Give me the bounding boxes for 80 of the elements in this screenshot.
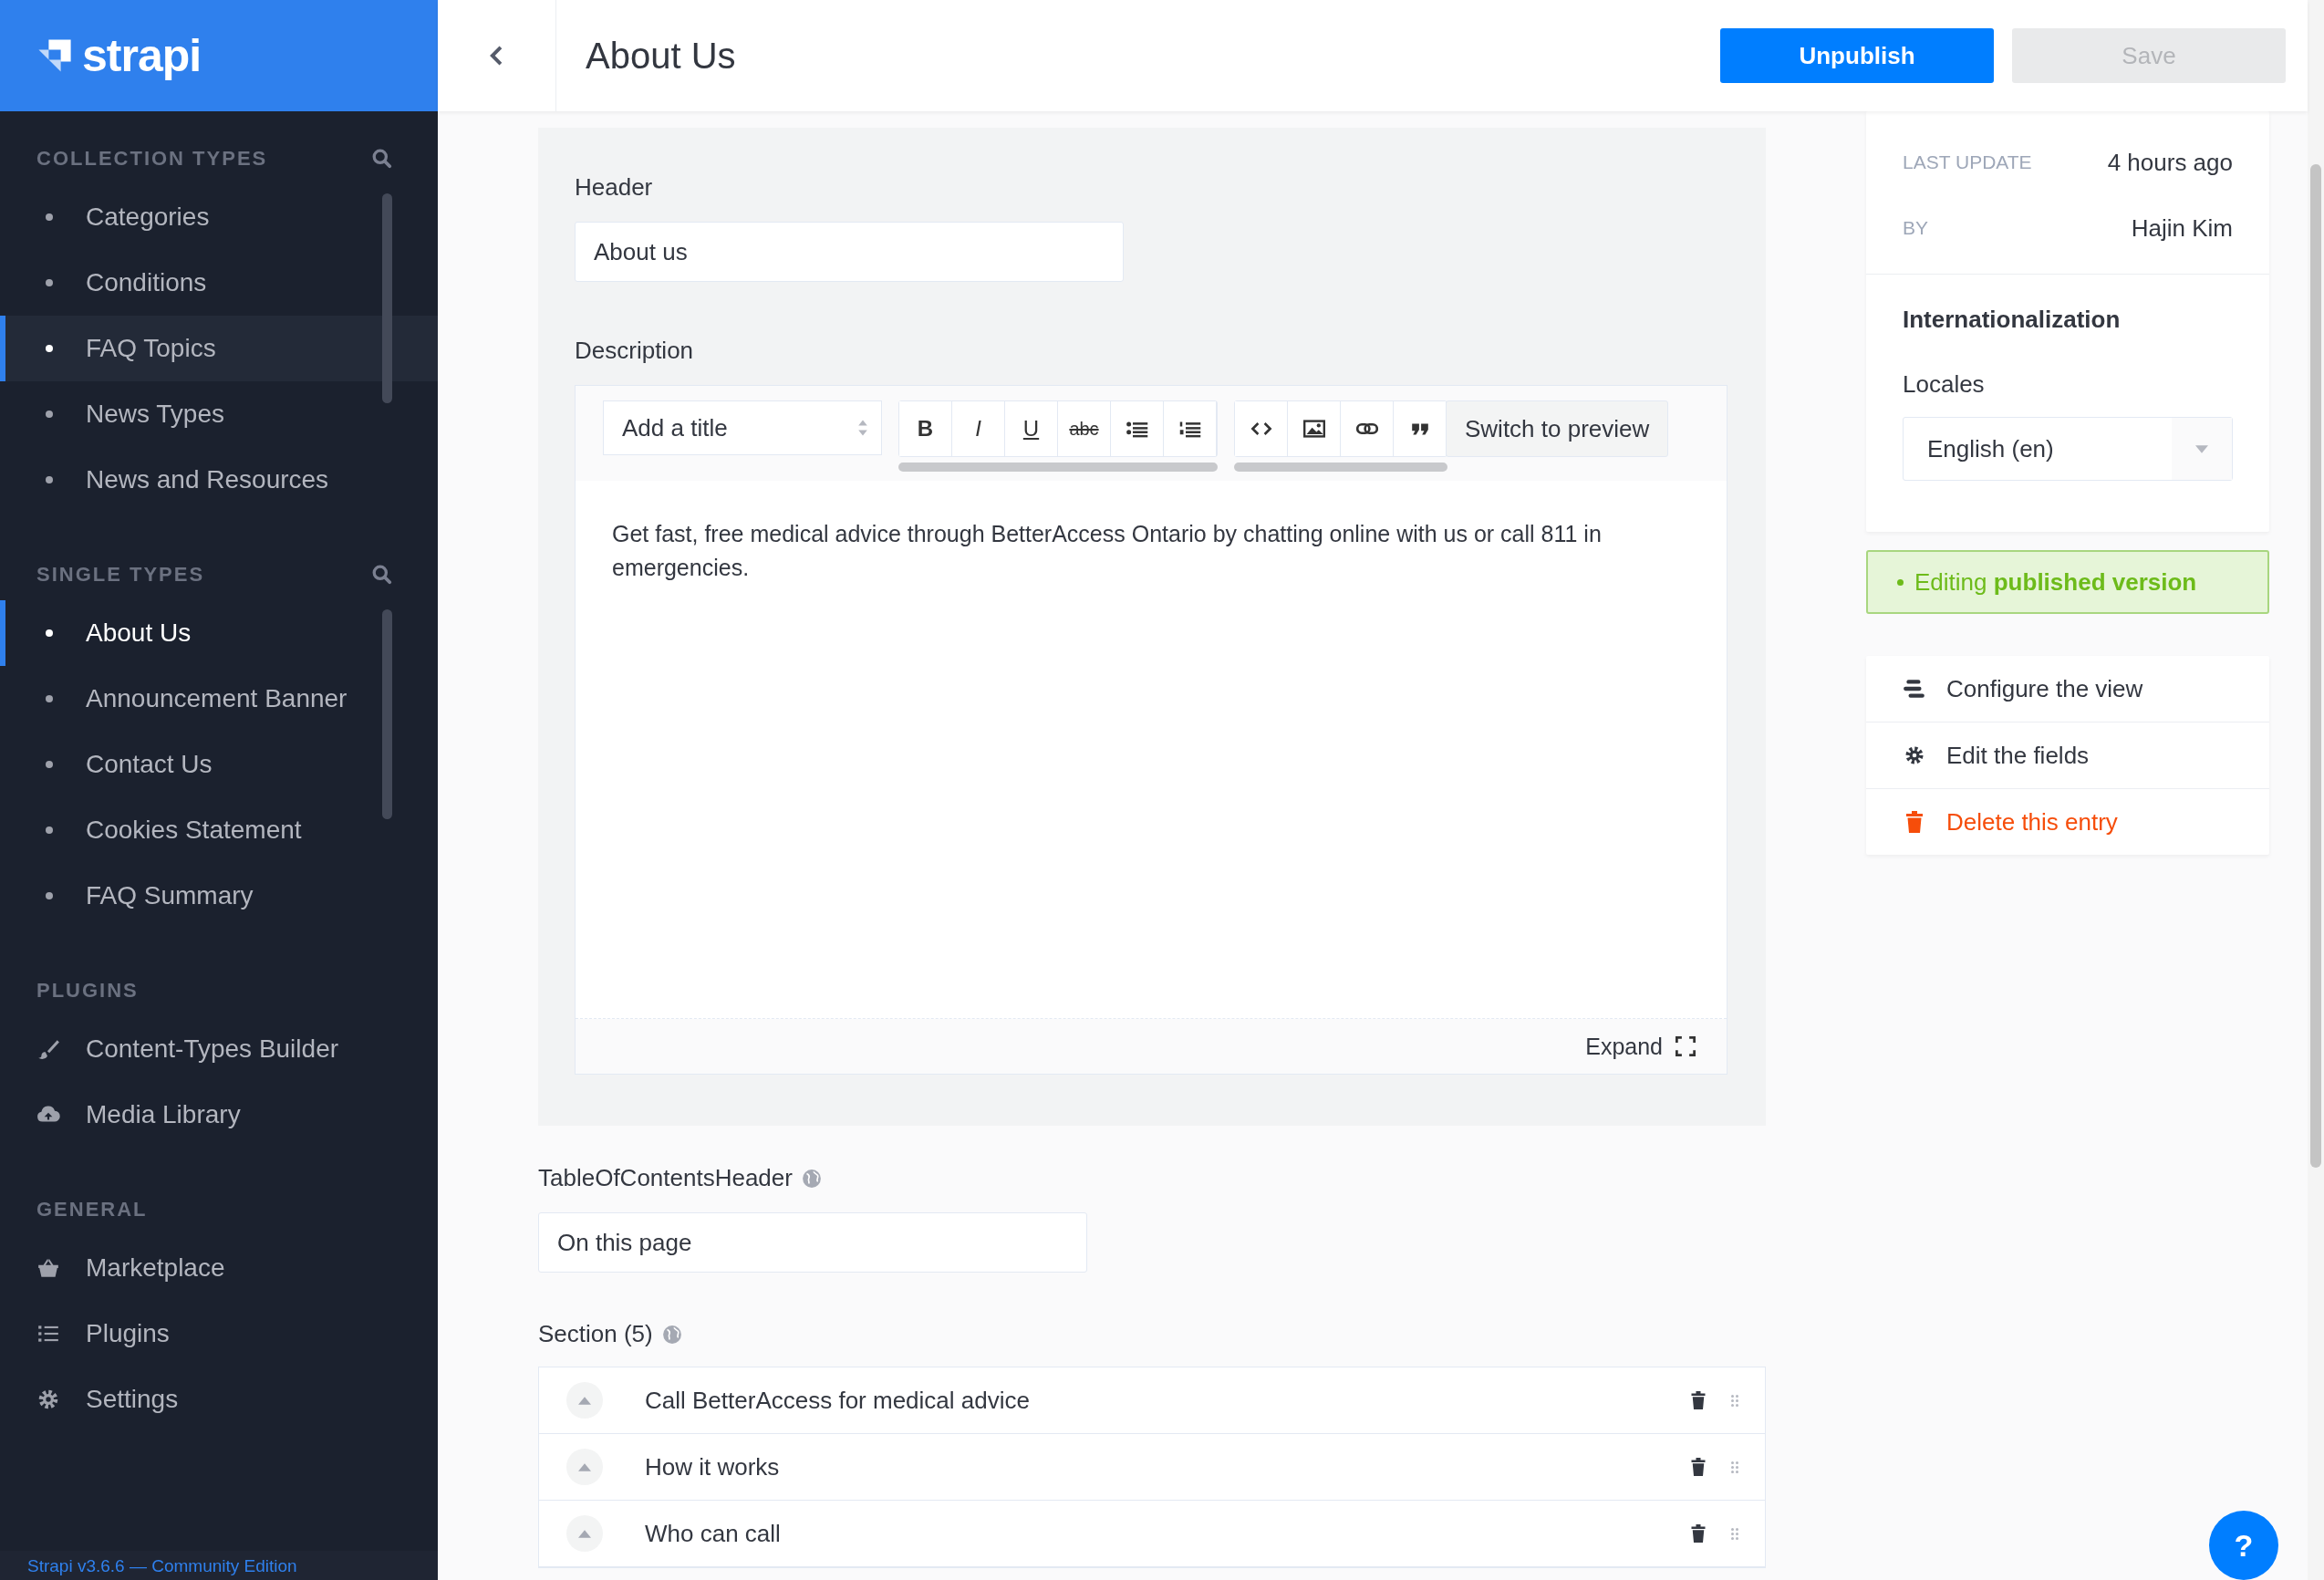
drag-handle-icon[interactable] <box>1730 1393 1739 1408</box>
trash-icon[interactable] <box>1690 1391 1707 1409</box>
section-row[interactable]: Who can call <box>539 1501 1765 1567</box>
editor-text: Get fast, free medical advice through BetterAccess Ontario by chatting online with us or call 811 in emergencies. <box>612 520 1603 582</box>
format-button[interactable]: B <box>899 401 952 456</box>
expand-button[interactable]: Expand <box>1580 1032 1701 1061</box>
globe-icon <box>801 1168 822 1189</box>
title-select[interactable]: Add a title <box>603 400 882 455</box>
caret-down-icon <box>2195 444 2208 453</box>
sidebar-item[interactable]: Content-Types Builder <box>0 1016 438 1082</box>
scrollbar[interactable] <box>1234 463 1447 472</box>
bulleted-list-icon <box>1125 420 1149 438</box>
sidebar-item[interactable]: Categories <box>0 184 438 250</box>
section-title: PLUGINS <box>36 979 139 1003</box>
collapse-button[interactable] <box>566 1382 603 1419</box>
edit-fields-link[interactable]: Edit the fields <box>1866 722 2269 789</box>
drag-handle-icon[interactable] <box>1730 1460 1739 1474</box>
configure-link[interactable]: Configure the view <box>1866 656 2269 722</box>
scrollbar[interactable] <box>2308 0 2324 1580</box>
field-label: TableOfContentsHeader <box>538 1164 793 1192</box>
status-dot-icon <box>1897 578 1904 586</box>
scrollbar[interactable] <box>382 193 392 404</box>
page-title: About Us <box>586 35 737 77</box>
section-title: GENERAL <box>36 1198 148 1221</box>
sidebar-item[interactable]: Marketplace <box>0 1235 438 1301</box>
sidebar-item[interactable]: Media Library <box>0 1082 438 1148</box>
info-label: LAST UPDATE <box>1903 151 2032 173</box>
image-icon <box>1302 420 1325 438</box>
delete-link[interactable]: Delete this entry <box>1866 789 2269 855</box>
caret-up-icon <box>578 1462 591 1471</box>
logo-text: strapi <box>82 29 202 82</box>
header-input[interactable]: About us <box>575 222 1124 282</box>
field-label: Description <box>575 337 695 365</box>
section-title: Internationalization <box>1903 306 2122 334</box>
search-icon[interactable] <box>372 565 392 585</box>
fullscreen-icon <box>1676 1036 1696 1056</box>
toc-input[interactable]: On this page <box>538 1212 1087 1273</box>
version-footer: Strapi v3.6.6 — Community Edition <box>0 1551 438 1580</box>
sidebar-item[interactable]: FAQ Summary <box>0 863 438 929</box>
sidebar-item[interactable]: Conditions <box>0 250 438 316</box>
code-button[interactable] <box>1235 401 1288 456</box>
sort-arrows-icon <box>857 419 868 437</box>
section-title: SINGLE TYPES <box>36 563 205 587</box>
sidebar-item[interactable]: Contact Us <box>0 732 438 797</box>
sidebar-item[interactable]: News Types <box>0 381 438 447</box>
sidebar-item[interactable]: Cookies Statement <box>0 797 438 863</box>
sliders-icon <box>1903 678 1926 700</box>
info-label: BY <box>1903 217 1928 239</box>
numbered-list-icon <box>1178 420 1202 438</box>
trash-icon[interactable] <box>1690 1524 1707 1543</box>
sidebar-item[interactable]: Settings <box>0 1367 438 1432</box>
help-button[interactable]: ? <box>2209 1511 2278 1580</box>
code-icon <box>1250 420 1272 438</box>
caret-up-icon <box>578 1529 591 1538</box>
gear-icon <box>36 1388 60 1411</box>
locale-select[interactable]: English (en) <box>1903 417 2233 481</box>
globe-icon <box>661 1324 682 1345</box>
sidebar-item[interactable]: Plugins <box>0 1301 438 1367</box>
section-row[interactable]: Call BetterAccess for medical advice <box>539 1367 1765 1434</box>
section-title: COLLECTION TYPES <box>36 147 268 171</box>
search-icon[interactable] <box>372 149 392 169</box>
field-label: Header <box>575 173 654 202</box>
collapse-button[interactable] <box>566 1515 603 1552</box>
collapse-button[interactable] <box>566 1449 603 1485</box>
section-row[interactable]: How it works <box>539 1434 1765 1501</box>
field-label: Locales <box>1903 370 1986 399</box>
sidebar-item[interactable]: Announcement Banner <box>0 666 438 732</box>
sidebar-item[interactable]: News and Resources <box>0 447 438 513</box>
sidebar-item[interactable]: FAQ Topics <box>0 316 438 381</box>
status-text: Editing published version <box>1914 567 2197 597</box>
caret-up-icon <box>578 1396 591 1405</box>
trash-icon[interactable] <box>1690 1458 1707 1476</box>
unpublish-button[interactable]: Unpublish <box>1720 28 1994 83</box>
preview-button[interactable]: Switch to preview <box>1446 400 1669 457</box>
scrollbar[interactable] <box>898 463 1218 472</box>
info-value: 4 hours ago <box>2107 148 2233 177</box>
drag-handle-icon[interactable] <box>1730 1526 1739 1541</box>
info-value: Hajin Kim <box>2131 213 2233 243</box>
scrollbar[interactable] <box>382 609 392 820</box>
field-label: Section (5) <box>538 1320 653 1348</box>
